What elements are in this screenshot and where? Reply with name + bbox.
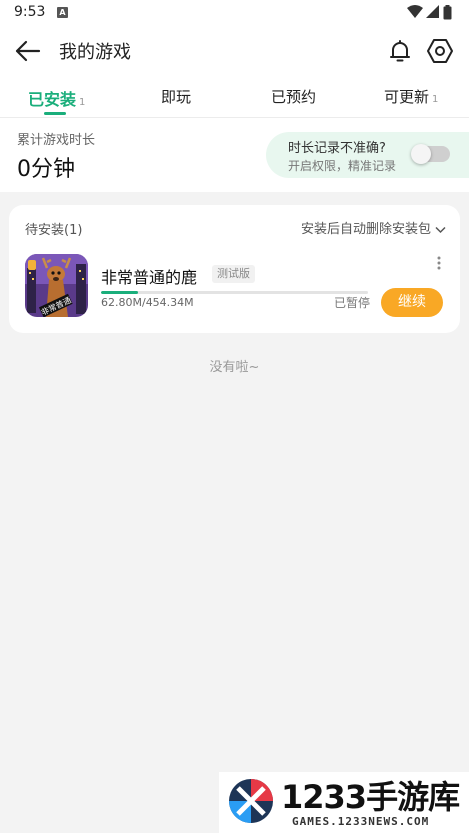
notice-subtitle: 开启权限，精准记录 — [288, 159, 397, 173]
permission-notice: 时长记录不准确? 开启权限，精准记录 — [266, 132, 469, 178]
tab-reserved[interactable]: 已预约 — [271, 86, 316, 107]
bell-icon[interactable] — [386, 37, 414, 65]
tab-updatable-count: 1 — [432, 94, 439, 105]
watermark: 1233手游库 GAMES.1233NEWS.COM — [219, 772, 469, 833]
wifi-icon — [407, 5, 423, 18]
auto-delete-label: 安装后自动删除安装包 — [300, 222, 431, 237]
download-status: 已暂停 — [334, 296, 371, 310]
status-bar: 9:53 A — [0, 0, 469, 26]
tab-updatable-label: 可更新 — [384, 88, 430, 106]
toggle-knob — [411, 144, 431, 164]
playtime-label: 累计游戏时长 — [17, 133, 96, 148]
download-size: 62.80M/454.34M — [101, 296, 194, 309]
permission-toggle[interactable] — [411, 144, 450, 164]
list-end-note: 没有啦~ — [209, 360, 260, 375]
download-progress-bar — [101, 291, 368, 294]
notification-glyph: A — [59, 8, 66, 17]
watermark-url: GAMES.1233NEWS.COM — [292, 815, 430, 828]
battery-icon — [443, 5, 452, 20]
status-time: 9:53 — [14, 4, 46, 20]
back-arrow-icon[interactable] — [14, 38, 42, 64]
signal-icon — [426, 5, 439, 18]
watermark-text: 1233手游库 — [281, 778, 460, 816]
tab-instant-play-label: 即玩 — [161, 88, 192, 106]
tab-installed-label: 已安装 — [28, 90, 77, 109]
download-progress-fill — [101, 291, 138, 294]
status-icons — [407, 5, 457, 21]
page-title: 我的游戏 — [59, 42, 131, 63]
tab-updatable[interactable]: 可更新 1 — [384, 86, 438, 107]
auto-delete-dropdown[interactable]: 安装后自动删除安装包 — [301, 218, 446, 237]
pending-title: 待安装(1) — [25, 223, 83, 238]
notification-icon: A — [57, 7, 68, 18]
settings-icon[interactable] — [426, 37, 454, 65]
playtime-value: 0分钟 — [17, 157, 75, 182]
tab-reserved-label: 已预约 — [271, 88, 317, 106]
chevron-down-icon — [435, 226, 446, 233]
game-icon[interactable]: 非常普通 — [25, 254, 88, 317]
more-options-icon[interactable] — [433, 255, 445, 271]
app-header: 我的游戏 — [0, 26, 469, 76]
beta-badge: 测试版 — [212, 265, 255, 283]
playtime-stats: 累计游戏时长 0分钟 时长记录不准确? 开启权限，精准记录 — [0, 118, 469, 192]
tab-instant-play[interactable]: 即玩 — [161, 86, 191, 107]
pending-install-card: 待安装(1) 安装后自动删除安装包 非常普通 非常普通的鹿 测试版 62.80M… — [9, 205, 460, 333]
notice-title: 时长记录不准确? — [288, 141, 386, 156]
tab-bar: 已安装 1 即玩 已预约 可更新 1 — [0, 76, 469, 118]
tab-installed-count: 1 — [79, 97, 86, 108]
continue-button[interactable]: 继续 — [381, 288, 443, 317]
watermark-logo-icon — [229, 779, 273, 823]
game-name: 非常普通的鹿 — [101, 268, 198, 287]
tab-active-indicator — [44, 112, 66, 115]
tab-installed[interactable]: 已安装 1 — [28, 86, 85, 110]
